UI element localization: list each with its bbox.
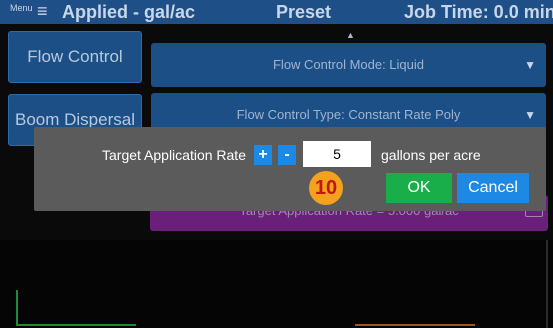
applied-rate-title: Applied - gal/ac — [62, 2, 196, 22]
step-number-badge: 10 — [309, 171, 343, 205]
menu-label[interactable]: Menu — [10, 3, 33, 13]
preset-label: Preset — [276, 2, 332, 22]
decrement-button[interactable]: - — [278, 145, 296, 165]
flow-control-mode-dropdown[interactable]: Flow Control Mode: Liquid ▼ — [151, 43, 546, 87]
green-baseline — [16, 324, 136, 326]
cancel-button[interactable]: Cancel — [457, 173, 529, 203]
target-rate-label: Target Application Rate — [102, 147, 246, 163]
chevron-down-icon: ▼ — [524, 58, 536, 72]
flow-control-type-label: Flow Control Type: Constant Rate Poly — [236, 107, 461, 122]
orange-baseline — [355, 324, 475, 326]
scroll-up-icon[interactable]: ▲ — [346, 30, 355, 40]
ok-button[interactable]: OK — [386, 173, 452, 203]
rate-value-input[interactable]: 5 — [303, 141, 371, 167]
green-marker-line — [16, 290, 18, 326]
flow-control-mode-label: Flow Control Mode: Liquid — [272, 57, 425, 72]
rate-units-label: gallons per acre — [381, 147, 481, 163]
map-area — [0, 240, 553, 328]
target-rate-dialog: Target Application Rate + - 5 gallons pe… — [34, 127, 546, 211]
top-bar: Menu ≡ Applied - gal/ac Preset Job Time:… — [0, 0, 553, 24]
job-time-label: Job Time: 0.0 min — [404, 2, 553, 22]
hamburger-menu-icon[interactable]: ≡ — [37, 2, 48, 20]
scrollbar-track[interactable] — [546, 240, 548, 328]
flow-control-button[interactable]: Flow Control — [8, 31, 142, 83]
increment-button[interactable]: + — [254, 145, 272, 165]
